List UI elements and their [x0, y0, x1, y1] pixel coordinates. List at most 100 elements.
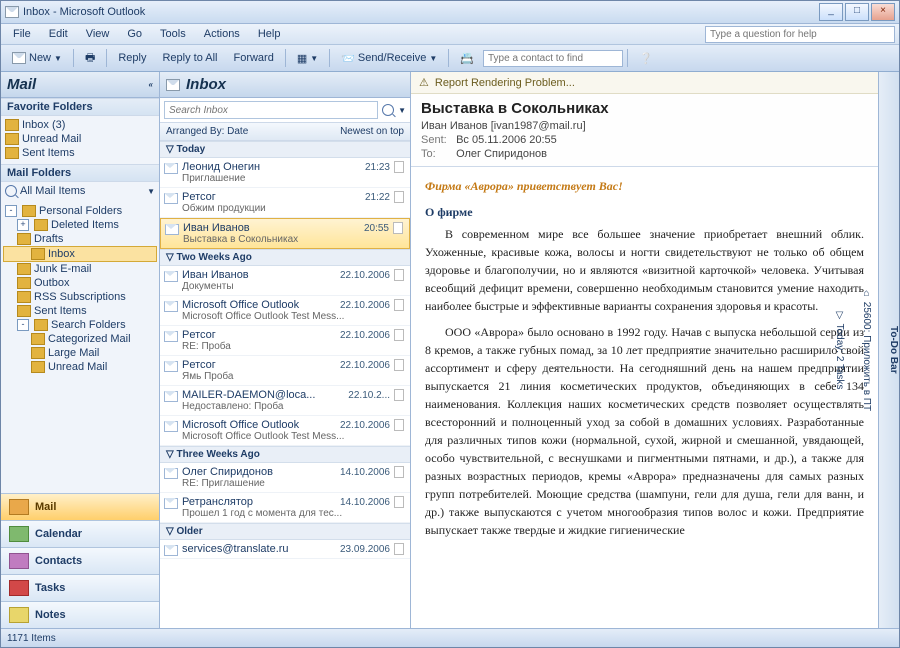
nav-button-mail[interactable]: Mail [1, 493, 159, 520]
arrange-label[interactable]: Arranged By: Date [166, 126, 248, 137]
search-icon[interactable] [382, 104, 394, 116]
flag-icon[interactable] [394, 191, 404, 203]
flag-icon[interactable] [394, 329, 404, 341]
menu-help[interactable]: Help [250, 26, 289, 42]
search-inbox-input[interactable] [164, 101, 378, 119]
notes-icon [9, 607, 29, 623]
group-header[interactable]: ▽ Two Weeks Ago [160, 249, 410, 266]
flag-icon[interactable] [394, 299, 404, 311]
arrange-bar[interactable]: Arranged By: Date Newest on top [160, 123, 410, 141]
send-receive-button[interactable]: 📨 Send/Receive▼ [334, 49, 444, 68]
folder-item[interactable]: -Search Folders [3, 318, 157, 332]
flag-icon[interactable] [394, 419, 404, 431]
folder-item[interactable]: Junk E-mail [3, 262, 157, 276]
message-item[interactable]: Pетсог21:22Обжим продукции [160, 188, 410, 218]
minimize-button[interactable]: _ [819, 3, 843, 21]
menu-tools[interactable]: Tools [152, 26, 194, 42]
app-icon [5, 6, 19, 18]
message-item[interactable]: Microsoft Office Outlook22.10.2006Micros… [160, 416, 410, 446]
to-line: To: Олег Спиридонов [411, 147, 878, 166]
flag-icon[interactable] [394, 359, 404, 371]
menu-edit[interactable]: Edit [41, 26, 76, 42]
folder-item[interactable]: Categorized Mail [3, 332, 157, 346]
nav-button-calendar[interactable]: Calendar [1, 520, 159, 547]
folder-item[interactable]: -Personal Folders [3, 204, 157, 218]
todo-bar[interactable]: To-Do Bar ⌂ 25600: Приложить в ПТ ▽ Toda… [878, 72, 899, 628]
message-item[interactable]: Олег Спиридонов14.10.2006RE: Приглашение [160, 463, 410, 493]
fav-folder[interactable]: Inbox (3) [3, 118, 157, 132]
folder-item[interactable]: Large Mail [3, 346, 157, 360]
message-list[interactable]: ▽ TodayЛеонид Онегин21:23ПриглашениеPетс… [160, 141, 410, 628]
fav-folder[interactable]: Sent Items [3, 146, 157, 160]
flag-icon[interactable] [393, 222, 403, 234]
categorize-button[interactable]: ▦▼ [290, 49, 325, 68]
fav-folder[interactable]: Unread Mail [3, 132, 157, 146]
new-button[interactable]: New▼ [5, 49, 69, 67]
mail-folders-header[interactable]: Mail Folders [1, 164, 159, 182]
group-header[interactable]: ▽ Older [160, 523, 410, 540]
menu-actions[interactable]: Actions [196, 26, 248, 42]
sort-label[interactable]: Newest on top [340, 126, 404, 137]
folder-item[interactable]: +Deleted Items [3, 218, 157, 232]
favorite-folders-header[interactable]: Favorite Folders [1, 98, 159, 116]
flag-icon[interactable] [394, 389, 404, 401]
flag-icon[interactable] [394, 161, 404, 173]
message-item[interactable]: services@translate.ru23.09.2006 [160, 540, 410, 559]
folder-item[interactable]: Unread Mail [3, 360, 157, 374]
help-search-input[interactable] [705, 26, 895, 43]
message-item[interactable]: Иван Иванов20:55Выставка в Сокольниках [160, 218, 410, 249]
folder-item[interactable]: Sent Items [3, 304, 157, 318]
message-item[interactable]: Pетсог22.10.2006RE: Проба [160, 326, 410, 356]
tree-expander-icon[interactable]: - [5, 205, 17, 217]
group-header[interactable]: ▽ Today [160, 141, 410, 158]
from-line: Иван Иванов [ivan1987@mail.ru] [411, 119, 878, 133]
message-item[interactable]: Pетсог22.10.2006Ямь Проба [160, 356, 410, 386]
folder-item[interactable]: RSS Subscriptions [3, 290, 157, 304]
help-button[interactable]: ❔ [632, 49, 660, 68]
tasks-icon [9, 580, 29, 596]
nav-button-notes[interactable]: Notes [1, 601, 159, 628]
folder-icon [17, 263, 31, 275]
collapse-nav-icon[interactable]: « [149, 80, 153, 89]
tree-expander-icon[interactable]: - [17, 319, 29, 331]
flag-icon[interactable] [394, 269, 404, 281]
close-button[interactable]: × [871, 3, 895, 21]
folder-item[interactable]: Drafts [3, 232, 157, 246]
item-count: 1171 Items [7, 633, 56, 644]
flag-icon[interactable] [394, 466, 404, 478]
nav-button-tasks[interactable]: Tasks [1, 574, 159, 601]
maximize-button[interactable]: □ [845, 3, 869, 21]
message-body[interactable]: Фирма «Аврора» приветствует Вас! О фирме… [411, 167, 878, 628]
folder-item[interactable]: Inbox [3, 246, 157, 262]
todo-today[interactable]: ▽ Today: 2 Tasks [834, 310, 845, 390]
forward-button[interactable]: Forward [226, 49, 280, 67]
message-item[interactable]: Ретранслятор14.10.2006Прошел 1 год с мом… [160, 493, 410, 523]
tree-expander-icon[interactable]: + [17, 219, 29, 231]
message-header: ⚠ Report Rendering Problem... Выставка в… [411, 72, 878, 167]
flag-icon[interactable] [394, 543, 404, 555]
search-options-icon[interactable]: ▼ [398, 106, 406, 115]
todo-appt[interactable]: ⌂ 25600: Приложить в ПТ [861, 288, 872, 411]
menu-view[interactable]: View [78, 26, 118, 42]
message-subject: Выставка в Сокольниках [411, 94, 878, 119]
nav-button-contacts[interactable]: Contacts [1, 547, 159, 574]
all-mail-items[interactable]: All Mail Items ▼ [3, 184, 157, 198]
message-item[interactable]: MAILER-DAEMON@loca...22.10.2...Недоставл… [160, 386, 410, 416]
menu-file[interactable]: File [5, 26, 39, 42]
menu-go[interactable]: Go [119, 26, 150, 42]
window-title: Inbox - Microsoft Outlook [23, 6, 145, 18]
todo-bar-title: To-Do Bar [888, 326, 899, 374]
print-button[interactable]: 🖶 [78, 46, 102, 71]
find-contact-input[interactable] [483, 50, 623, 67]
group-header[interactable]: ▽ Three Weeks Ago [160, 446, 410, 463]
message-item[interactable]: Иван Иванов22.10.2006Документы [160, 266, 410, 296]
flag-icon[interactable] [394, 496, 404, 508]
addressbook-button[interactable]: 📇 [453, 49, 481, 68]
reply-button[interactable]: Reply [111, 49, 153, 67]
infobar[interactable]: ⚠ Report Rendering Problem... [411, 72, 878, 94]
folder-icon [34, 319, 48, 331]
reply-all-button[interactable]: Reply to All [155, 49, 224, 67]
message-item[interactable]: Microsoft Office Outlook22.10.2006Micros… [160, 296, 410, 326]
folder-item[interactable]: Outbox [3, 276, 157, 290]
message-item[interactable]: Леонид Онегин21:23Приглашение [160, 158, 410, 188]
